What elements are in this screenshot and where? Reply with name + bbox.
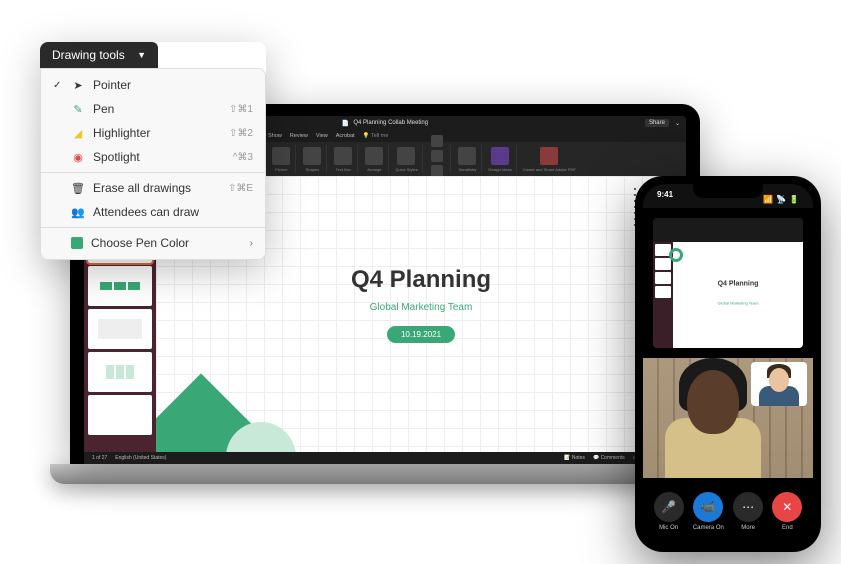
language[interactable]: English (United States) bbox=[115, 455, 166, 461]
phone-device: 9:41 📶📡🔋 Q4 Planning Global Marketing Te… bbox=[635, 176, 821, 552]
ribbon-sensitivity[interactable] bbox=[458, 147, 476, 165]
call-controls: 🎤Mic On 📹Camera On ⋯More ✕End bbox=[643, 478, 813, 544]
thumb-5[interactable] bbox=[88, 352, 152, 392]
doc-title: Q4 Planning Collab Meeting bbox=[353, 120, 428, 126]
color-swatch bbox=[71, 237, 83, 249]
people-icon: 👥 bbox=[71, 205, 85, 219]
drawing-tools-toggle[interactable]: Drawing tools ▼ bbox=[40, 42, 158, 68]
tool-spotlight[interactable]: ◉ Spotlight ^⌘3 bbox=[41, 145, 265, 169]
participant-main bbox=[665, 358, 761, 478]
phone-notch bbox=[693, 184, 763, 198]
trash-icon: 🗑 bbox=[71, 181, 85, 195]
attendees-can-draw[interactable]: 👥 Attendees can draw bbox=[41, 200, 265, 224]
check-icon: ✓ bbox=[53, 80, 63, 91]
mic-button[interactable]: 🎤Mic On bbox=[654, 492, 684, 531]
end-button[interactable]: ✕End bbox=[772, 492, 802, 531]
laptop-base bbox=[50, 464, 720, 484]
mini-slide-title: Q4 Planning bbox=[718, 281, 759, 288]
chevron-icon[interactable]: ⌄ bbox=[675, 120, 680, 127]
pen-icon: ✎ bbox=[71, 102, 85, 116]
highlighter-icon: ◢ bbox=[71, 126, 85, 140]
more-icon: ⋯ bbox=[742, 500, 754, 514]
thumb-6[interactable] bbox=[88, 395, 152, 435]
notes-button[interactable]: 📝 Notes bbox=[564, 455, 585, 461]
slide-count: 1 of 27 bbox=[92, 455, 107, 461]
thumb-3[interactable] bbox=[88, 266, 152, 306]
phone-screen: 9:41 📶📡🔋 Q4 Planning Global Marketing Te… bbox=[643, 184, 813, 544]
comments-button[interactable]: 💬 Comments bbox=[593, 455, 625, 461]
video-feed[interactable] bbox=[643, 358, 813, 478]
menu-view[interactable]: View bbox=[316, 133, 328, 139]
menu-acrobat[interactable]: Acrobat bbox=[336, 133, 355, 139]
camera-icon: 📹 bbox=[701, 500, 716, 514]
thumb-4[interactable] bbox=[88, 309, 152, 349]
camera-button[interactable]: 📹Camera On bbox=[693, 492, 724, 531]
mic-icon: 🎤 bbox=[661, 500, 676, 514]
mini-slide-subtitle: Global Marketing Team bbox=[717, 301, 758, 306]
tool-pen[interactable]: ✎ Pen ⇧⌘1 bbox=[41, 97, 265, 121]
screen-share-view[interactable]: Q4 Planning Global Marketing Team bbox=[643, 208, 813, 358]
erase-drawings[interactable]: 🗑 Erase all drawings ⇧⌘E bbox=[41, 176, 265, 200]
phone-icon: ✕ bbox=[782, 500, 792, 514]
tool-pointer[interactable]: ✓ ➤ Pointer bbox=[41, 73, 265, 97]
ribbon-shapes[interactable] bbox=[303, 147, 321, 165]
participant-pip[interactable] bbox=[751, 362, 807, 406]
slide-date-pill[interactable]: 10.19.2021 bbox=[387, 326, 455, 343]
slide-subtitle[interactable]: Global Marketing Team bbox=[370, 302, 473, 313]
ribbon-quickstyles[interactable] bbox=[397, 147, 415, 165]
more-button[interactable]: ⋯More bbox=[733, 492, 763, 531]
choose-pen-color[interactable]: Choose Pen Color › bbox=[41, 231, 265, 255]
phone-time: 9:41 bbox=[657, 190, 673, 208]
share-button[interactable]: Share bbox=[645, 119, 669, 127]
statusbar: 1 of 27 English (United States) 📝 Notes … bbox=[84, 452, 686, 464]
slide-title[interactable]: Q4 Planning bbox=[351, 266, 491, 294]
ribbon-picture[interactable] bbox=[272, 147, 290, 165]
chevron-right-icon: › bbox=[250, 238, 253, 249]
signal-icons: 📶📡🔋 bbox=[763, 190, 799, 208]
spotlight-icon: ◉ bbox=[71, 150, 85, 164]
pointer-icon: ➤ bbox=[71, 78, 85, 92]
menu-tellme[interactable]: 💡 Tell me bbox=[363, 133, 389, 139]
doc-icon: 📄 bbox=[342, 120, 349, 127]
tool-highlighter[interactable]: ◢ Highlighter ⇧⌘2 bbox=[41, 121, 265, 145]
ribbon-textbox[interactable] bbox=[334, 147, 352, 165]
ribbon-adobe[interactable] bbox=[540, 147, 558, 165]
ribbon-arrange[interactable] bbox=[365, 147, 383, 165]
menu-review[interactable]: Review bbox=[290, 133, 308, 139]
chevron-down-icon: ▼ bbox=[137, 50, 146, 60]
drawing-tools-menu: Drawing tools ▼ ✓ ➤ Pointer ✎ Pen ⇧⌘1 ◢ … bbox=[40, 42, 266, 260]
ribbon-design-ideas[interactable] bbox=[491, 147, 509, 165]
